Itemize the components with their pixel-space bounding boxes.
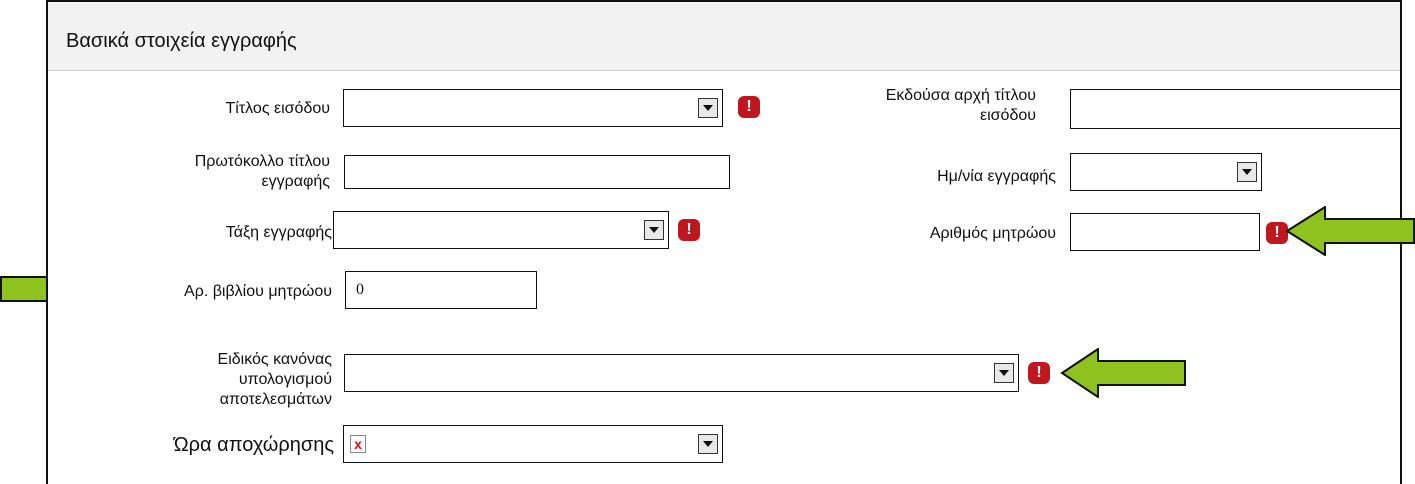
arrow-pointer-icon (1285, 206, 1415, 256)
entry-title-label: Τίτλος εισόδου (225, 100, 330, 117)
registration-class-label: Τάξη εγγραφής (225, 224, 332, 241)
registry-book-number-input[interactable]: 0 (345, 271, 537, 309)
entry-title-protocol-label: Πρωτόκολλο τίτλου εγγραφής (194, 153, 330, 190)
chevron-down-icon[interactable] (1237, 162, 1257, 182)
chevron-down-icon[interactable] (644, 220, 664, 240)
registration-date-select[interactable] (1070, 153, 1262, 191)
registration-class-select[interactable] (333, 211, 669, 249)
withdrawal-time-select[interactable]: x (343, 425, 723, 463)
basic-registration-panel: Βασικά στοιχεία εγγραφής Τίτλος εισόδου … (46, 0, 1402, 484)
registry-number-label: Αριθμός μητρώου (929, 225, 1056, 242)
chevron-down-icon[interactable] (698, 434, 718, 454)
issuing-authority-label: Εκδούσα αρχή τίτλου εισόδου (885, 87, 1036, 124)
entry-title-protocol-input[interactable] (344, 155, 730, 189)
arrow-pointer-icon (1060, 348, 1186, 398)
registry-book-number-label: Αρ. βιβλίου μητρώου (184, 283, 332, 300)
chevron-down-icon[interactable] (994, 363, 1014, 383)
required-error-icon: ! (738, 96, 760, 118)
required-error-icon: ! (678, 219, 700, 241)
issuing-authority-input[interactable] (1070, 89, 1400, 129)
chevron-down-icon[interactable] (698, 98, 718, 118)
required-error-icon: ! (1028, 362, 1050, 384)
registry-book-number-value: 0 (356, 281, 364, 298)
withdrawal-time-label: Ώρα αποχώρησης (173, 434, 334, 456)
entry-title-select[interactable] (343, 89, 723, 127)
panel-title: Βασικά στοιχεία εγγραφής (66, 30, 297, 52)
registry-number-input[interactable] (1070, 213, 1260, 251)
registration-date-label: Ημ/νία εγγραφής (937, 168, 1056, 185)
clear-value-icon[interactable]: x (350, 435, 366, 453)
special-calc-rule-label: Ειδικός κανόνας υπολογισμού αποτελεσμάτω… (217, 351, 332, 408)
special-calc-rule-select[interactable] (344, 354, 1019, 392)
panel-header: Βασικά στοιχεία εγγραφής (48, 2, 1400, 71)
